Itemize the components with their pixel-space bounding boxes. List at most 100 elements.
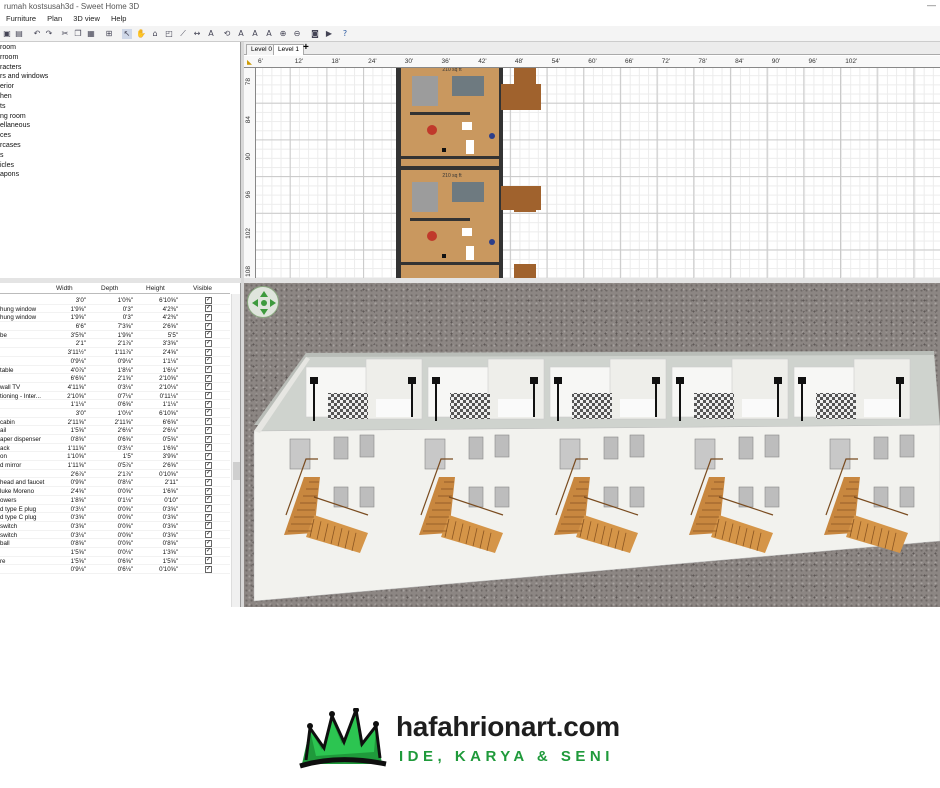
zoom-out-icon[interactable]: ⊖: [292, 29, 302, 39]
table-row[interactable]: 0'9⅛" 0'9⅛" 1'1⅛" ✓: [0, 357, 230, 366]
create-video-icon[interactable]: ▶: [324, 29, 334, 39]
table-row[interactable]: switch 0'3⅛" 0'0⅝" 0'3⅝" ✓: [0, 531, 230, 540]
visible-checkbox[interactable]: ✓: [205, 435, 212, 443]
add-text-icon[interactable]: A: [206, 29, 216, 39]
rotate-text-icon[interactable]: ⟲: [222, 29, 232, 39]
visible-checkbox[interactable]: ✓: [205, 366, 212, 373]
table-row[interactable]: be 3'5⅜" 1'9⅝" 5'5" ✓: [0, 331, 230, 340]
visible-checkbox[interactable]: ✓: [205, 548, 212, 556]
visible-checkbox[interactable]: ✓: [205, 348, 212, 356]
table-row[interactable]: head and faucet 0'9⅝" 0'8⅛" 2'11" ✓: [0, 478, 230, 488]
visible-checkbox[interactable]: ✓: [205, 313, 212, 321]
table-row[interactable]: ail 1'5⅝" 2'6⅛" 2'6⅛" ✓: [0, 426, 230, 435]
table-row[interactable]: 3'0" 1'0⅜" 6'10⅝" ✓: [0, 296, 230, 305]
visible-checkbox[interactable]: ✓: [205, 522, 212, 530]
visible-checkbox[interactable]: ✓: [205, 305, 212, 313]
catalog-category[interactable]: s: [0, 151, 240, 161]
visible-checkbox[interactable]: ✓: [205, 461, 212, 469]
table-row[interactable]: owers 1'8⅝" 0'1⅛" 0'10" ✓: [0, 496, 230, 505]
cut-icon[interactable]: ▤: [14, 29, 24, 39]
table-row[interactable]: 6'6⅝" 2'1⅝" 2'10⅝" ✓: [0, 374, 230, 383]
create-walls-icon[interactable]: ⌂: [150, 29, 160, 39]
catalog-category[interactable]: room: [0, 43, 240, 53]
table-row[interactable]: 6'6" 7'3⅝" 2'6⅝" ✓: [0, 322, 230, 331]
table-row[interactable]: tioning - Inter... 2'10⅝" 0'7⅛" 0'11⅛" ✓: [0, 392, 230, 401]
catalog-category[interactable]: hen: [0, 92, 240, 102]
visible-checkbox[interactable]: ✓: [205, 322, 212, 330]
menu-furniture[interactable]: Furniture: [6, 14, 36, 23]
column-depth[interactable]: Depth: [101, 285, 118, 292]
table-row[interactable]: 3'11½" 1'11⅞" 2'4⅝" ✓: [0, 348, 230, 357]
catalog-category[interactable]: ellaneous: [0, 121, 240, 131]
visible-checkbox[interactable]: ✓: [205, 331, 212, 339]
visible-checkbox[interactable]: ✓: [205, 470, 212, 478]
catalog-category[interactable]: rcases: [0, 141, 240, 151]
catalog-category[interactable]: rroom: [0, 53, 240, 63]
scissors-icon[interactable]: ✂: [60, 29, 70, 39]
table-row[interactable]: wall TV 4'11⅝" 0'3⅛" 2'10⅛" ✓: [0, 383, 230, 392]
visible-checkbox[interactable]: ✓: [205, 409, 212, 417]
visible-checkbox[interactable]: ✓: [205, 392, 212, 400]
text-smaller-icon[interactable]: A: [264, 29, 274, 39]
plan-grid[interactable]: 210 sq ft 210 sq ft: [256, 68, 940, 278]
catalog-category[interactable]: racters: [0, 63, 240, 73]
add-furniture-icon[interactable]: ⊞: [104, 29, 114, 39]
catalog-category[interactable]: rs and windows: [0, 72, 240, 82]
zoom-in-icon[interactable]: ⊕: [278, 29, 288, 39]
visible-checkbox[interactable]: ✓: [205, 383, 212, 391]
copy-icon[interactable]: ❐: [73, 29, 83, 39]
table-row[interactable]: d mirror 1'11⅝" 0'5⅞" 2'6⅝" ✓: [0, 461, 230, 470]
table-row[interactable]: d type E plug 0'3⅛" 0'0⅝" 0'3⅝" ✓: [0, 505, 230, 514]
column-height[interactable]: Height: [146, 285, 165, 292]
table-row[interactable]: 1'5⅝" 0'0⅛" 1'3⅝" ✓: [0, 548, 230, 557]
visible-checkbox[interactable]: ✓: [205, 339, 212, 347]
text-italic-icon[interactable]: A: [250, 29, 260, 39]
table-row[interactable]: luke Moreno 2'4⅝" 0'0⅝" 1'6⅝" ✓: [0, 487, 230, 496]
table-row[interactable]: re 1'5⅝" 0'6⅝" 1'5⅝" ✓: [0, 557, 230, 566]
visible-checkbox[interactable]: ✓: [205, 565, 212, 573]
help-icon[interactable]: ?: [340, 29, 350, 39]
menu-plan[interactable]: Plan: [47, 14, 62, 23]
visible-checkbox[interactable]: ✓: [205, 296, 212, 304]
table-row[interactable]: hung window 1'9⅝" 0'3" 4'2⅜" ✓: [0, 313, 230, 323]
create-dimensions-icon[interactable]: ↔: [192, 29, 202, 39]
visible-checkbox[interactable]: ✓: [205, 557, 212, 565]
pan-mode-icon[interactable]: ✋: [136, 29, 146, 39]
catalog-category[interactable]: ces: [0, 131, 240, 141]
tab-level-1[interactable]: Level 1: [273, 44, 304, 55]
catalog-category[interactable]: icles: [0, 161, 240, 171]
table-row[interactable]: 1'1⅛" 0'6⅝" 1'1⅛" ✓: [0, 400, 230, 409]
table-row[interactable]: d type C plug 0'3⅝" 0'0⅝" 0'3⅝" ✓: [0, 513, 230, 522]
visible-checkbox[interactable]: ✓: [205, 496, 212, 504]
table-row[interactable]: switch 0'3⅝" 0'0⅝" 0'3⅝" ✓: [0, 522, 230, 531]
visible-checkbox[interactable]: ✓: [205, 478, 212, 486]
visible-checkbox[interactable]: ✓: [205, 539, 212, 547]
minimize-button[interactable]: —: [927, 0, 936, 10]
table-row[interactable]: ball 0'8⅝" 0'0⅝" 0'8⅝" ✓: [0, 539, 230, 548]
table-row[interactable]: 3'0" 1'0⅛" 6'10⅝" ✓: [0, 409, 230, 418]
table-row[interactable]: on 1'10⅝" 1'5" 3'9⅝" ✓: [0, 452, 230, 462]
visible-checkbox[interactable]: ✓: [205, 400, 212, 408]
visible-checkbox[interactable]: ✓: [205, 452, 212, 460]
catalog-category[interactable]: apons: [0, 170, 240, 180]
create-photo-icon[interactable]: ◙: [310, 29, 320, 39]
select-mode-icon[interactable]: ↖: [122, 29, 132, 39]
table-row[interactable]: hung window 1'9⅝" 0'3" 4'2⅜" ✓: [0, 305, 230, 314]
text-bold-icon[interactable]: A: [236, 29, 246, 39]
preferences-icon[interactable]: ▣: [2, 29, 12, 39]
redo-icon[interactable]: ↷: [44, 29, 54, 39]
undo-icon[interactable]: ↶: [32, 29, 42, 39]
visible-checkbox[interactable]: ✓: [205, 374, 212, 382]
visible-checkbox[interactable]: ✓: [205, 531, 212, 539]
catalog-category[interactable]: ts: [0, 102, 240, 112]
table-row[interactable]: table 4'0⅞" 1'8⅛" 1'6⅛" ✓: [0, 366, 230, 375]
visible-checkbox[interactable]: ✓: [205, 418, 212, 426]
table-row[interactable]: cabin 2'11⅝" 2'11⅝" 6'6⅝" ✓: [0, 418, 230, 427]
catalog-category[interactable]: ng room: [0, 112, 240, 122]
visible-checkbox[interactable]: ✓: [205, 426, 212, 434]
visible-checkbox[interactable]: ✓: [205, 357, 212, 365]
create-rooms-icon[interactable]: ◰: [164, 29, 174, 39]
column-visible[interactable]: Visible: [193, 285, 212, 292]
3d-view[interactable]: [244, 283, 940, 607]
visible-checkbox[interactable]: ✓: [205, 513, 212, 521]
